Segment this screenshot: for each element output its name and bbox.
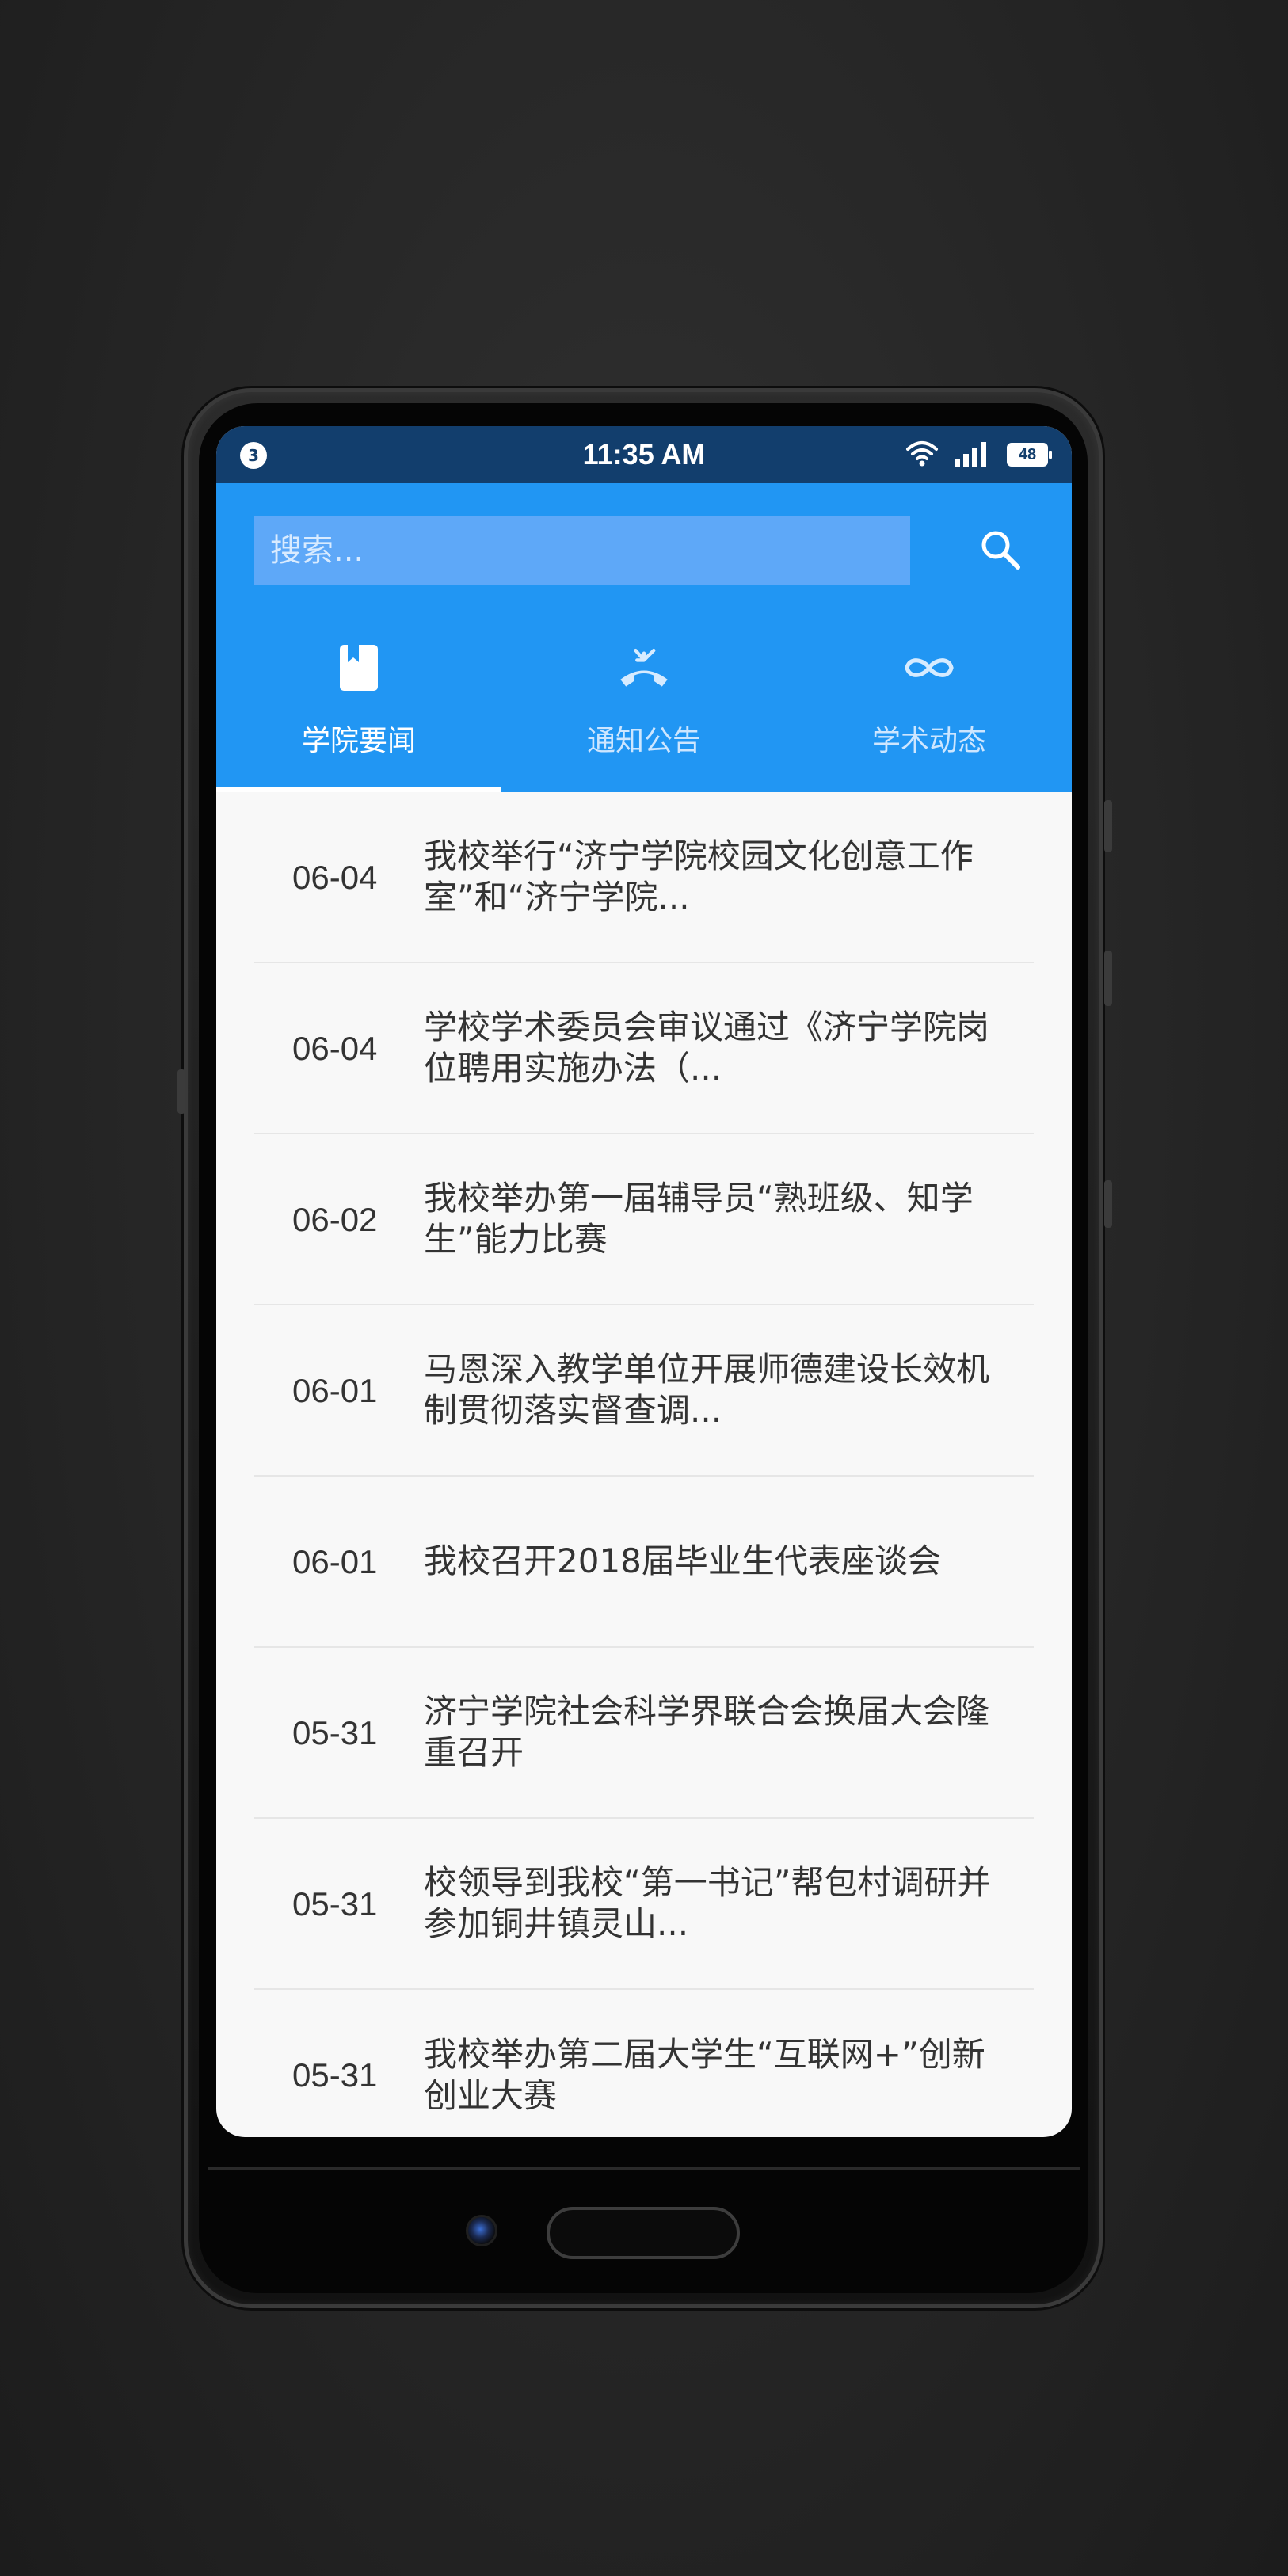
volume-up-button (1104, 951, 1112, 1006)
news-date: 06-02 (292, 1201, 378, 1238)
volume-down-button (1104, 1180, 1112, 1228)
infinity-icon (901, 640, 957, 695)
camera-icon (466, 2215, 497, 2246)
book-icon (331, 640, 387, 695)
list-item[interactable]: 06-01 我校召开2018届毕业生代表座谈会 (254, 1477, 1034, 1648)
list-item[interactable]: 06-02 我校举办第一届辅导员“熟班级、知学生”能力比赛 (254, 1134, 1034, 1305)
power-button (1104, 800, 1112, 852)
wifi-icon (905, 440, 939, 470)
list-item[interactable]: 05-31 校领导到我校“第一书记”帮包村调研并参加铜井镇灵山... (254, 1819, 1034, 1990)
news-title: 马恩深入教学单位开展师德建设长效机制贯彻落实督查调... (424, 1350, 990, 1430)
news-title: 我校举办第一届辅导员“熟班级、知学生”能力比赛 (424, 1179, 974, 1259)
news-list[interactable]: 06-04 我校举行“济宁学院校园文化创意工作室”和“济宁学院... 06-04… (216, 792, 1072, 2137)
news-title: 我校召开2018届毕业生代表座谈会 (424, 1541, 941, 1580)
news-date: 06-01 (292, 1543, 378, 1580)
news-date: 05-31 (292, 2056, 378, 2094)
list-item[interactable]: 06-04 我校举行“济宁学院校园文化创意工作室”和“济宁学院... (254, 792, 1034, 963)
tab-label: 通知公告 (586, 725, 701, 757)
search-button[interactable] (972, 523, 1029, 580)
search-icon (978, 528, 1023, 575)
home-button[interactable] (547, 2207, 740, 2259)
tab-academic-news[interactable]: 学术动态 (787, 616, 1072, 792)
tab-notices[interactable]: 通知公告 (501, 616, 787, 792)
news-date: 06-01 (292, 1372, 378, 1409)
news-title: 校领导到我校“第一书记”帮包村调研并参加铜井镇灵山... (424, 1863, 991, 1943)
signal-icon (953, 440, 993, 470)
tab-college-news[interactable]: 学院要闻 (216, 616, 501, 792)
news-title: 我校举办第二届大学生“互联网+”创新创业大赛 (424, 2035, 985, 2115)
list-item[interactable]: 05-31 我校举办第二届大学生“互联网+”创新创业大赛 (254, 1990, 1034, 2137)
list-item[interactable]: 06-01 马恩深入教学单位开展师德建设长效机制贯彻落实督查调... (254, 1305, 1034, 1477)
list-item[interactable]: 06-04 学校学术委员会审议通过《济宁学院岗位聘用实施办法（... (254, 963, 1034, 1134)
status-bar: 3 11:35 AM 48 (216, 426, 1072, 483)
news-date: 06-04 (292, 859, 378, 896)
volume-button (177, 1069, 185, 1114)
battery-icon: 48 (1007, 443, 1052, 467)
news-date: 06-04 (292, 1030, 378, 1067)
search-input[interactable] (254, 516, 910, 585)
tab-label: 学术动态 (871, 725, 986, 757)
list-item[interactable]: 05-31 济宁学院社会科学界联合会换届大会隆重召开 (254, 1648, 1034, 1819)
news-title: 济宁学院社会科学界联合会换届大会隆重召开 (424, 1692, 990, 1772)
tab-label: 学院要闻 (301, 725, 416, 757)
news-title: 我校举行“济宁学院校园文化创意工作室”和“济宁学院... (424, 836, 974, 916)
news-title: 学校学术委员会审议通过《济宁学院岗位聘用实施办法（... (424, 1008, 990, 1088)
news-date: 05-31 (292, 1885, 378, 1922)
phone-incoming-icon (616, 640, 672, 695)
chin-divider (208, 2167, 1080, 2170)
news-date: 05-31 (292, 1714, 378, 1751)
app-header: 学院要闻 通知公告 学术动态 (216, 483, 1072, 792)
phone-screen: 3 11:35 AM 48 搜索... 学院要闻 通知公告 学术动态 06-04… (216, 426, 1072, 2137)
tab-bar: 学院要闻 通知公告 学术动态 (216, 616, 1072, 792)
status-icons: 48 (905, 437, 1052, 472)
